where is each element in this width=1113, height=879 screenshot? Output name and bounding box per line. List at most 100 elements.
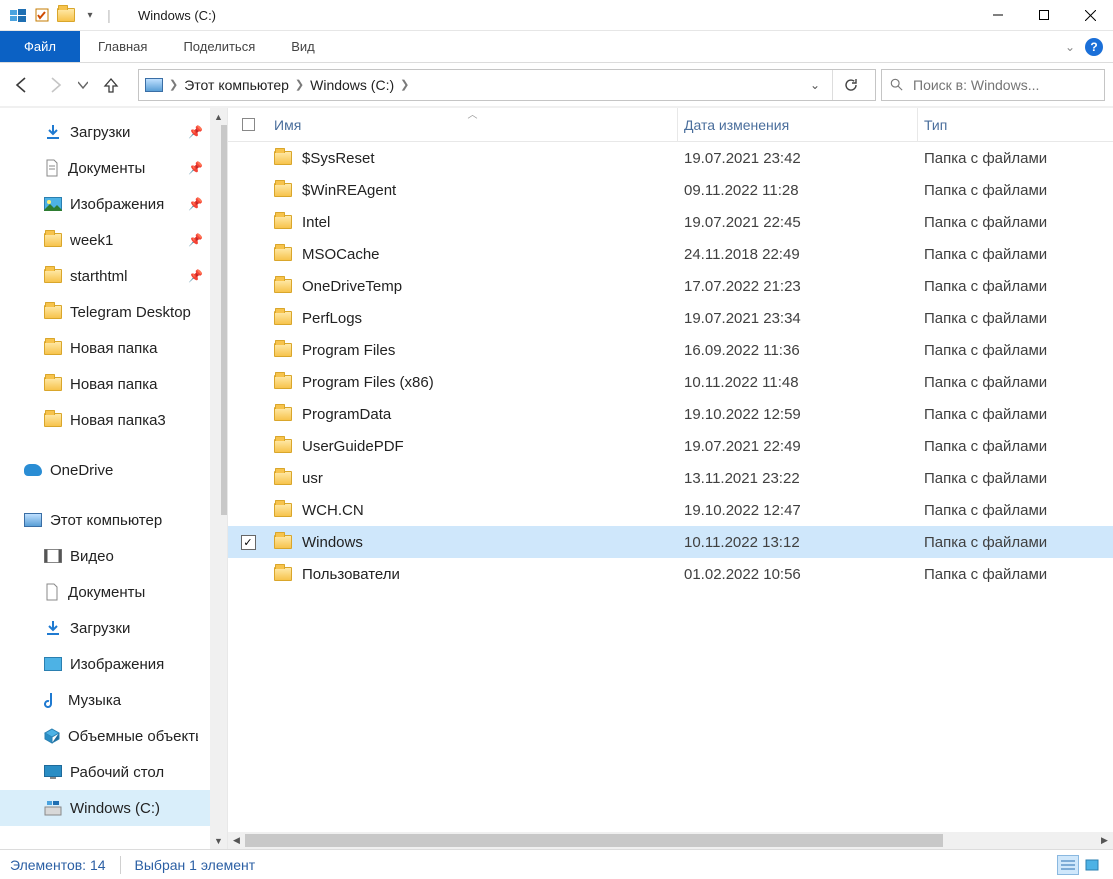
nav-label: Документы <box>68 584 145 601</box>
nav-documents[interactable]: Документы📌 <box>0 150 227 186</box>
file-row[interactable]: ProgramData19.10.2022 12:59Папка с файла… <box>228 398 1113 430</box>
scroll-thumb[interactable] <box>221 125 229 515</box>
back-button[interactable] <box>8 71 36 99</box>
file-row[interactable]: MSOCache24.11.2018 22:49Папка с файлами <box>228 238 1113 270</box>
column-checkbox[interactable] <box>228 118 268 131</box>
forward-button[interactable] <box>41 71 69 99</box>
nav-desktop[interactable]: Рабочий стол <box>0 754 227 790</box>
nav-newfolder2[interactable]: Новая папка <box>0 366 227 402</box>
tab-home[interactable]: Главная <box>80 31 165 62</box>
search-box[interactable] <box>881 69 1105 101</box>
folder-icon <box>274 279 292 293</box>
tab-view[interactable]: Вид <box>273 31 333 62</box>
file-date: 10.11.2022 11:48 <box>678 374 918 391</box>
search-icon <box>890 77 903 92</box>
breadcrumb-thispc[interactable]: Этот компьютер <box>184 77 289 93</box>
properties-icon[interactable] <box>32 5 52 25</box>
nav-pictures2[interactable]: Изображения <box>0 646 227 682</box>
nav-downloads[interactable]: Загрузки📌 <box>0 114 227 150</box>
nav-onedrive[interactable]: OneDrive <box>0 452 227 488</box>
file-row[interactable]: WCH.CN19.10.2022 12:47Папка с файлами <box>228 494 1113 526</box>
file-row[interactable]: $SysReset19.07.2021 23:42Папка с файлами <box>228 142 1113 174</box>
refresh-button[interactable] <box>832 70 869 100</box>
file-date: 13.11.2021 23:22 <box>678 470 918 487</box>
nav-thispc[interactable]: Этот компьютер <box>0 502 227 538</box>
nav-drive-c[interactable]: Windows (C:) <box>0 790 227 826</box>
nav-video[interactable]: Видео <box>0 538 227 574</box>
scroll-right-icon[interactable]: ▶ <box>1096 832 1113 849</box>
view-details-button[interactable] <box>1057 855 1079 875</box>
file-row[interactable]: Пользователи01.02.2022 10:56Папка с файл… <box>228 558 1113 590</box>
help-icon[interactable]: ? <box>1085 38 1103 56</box>
folder-icon <box>274 567 292 581</box>
maximize-button[interactable] <box>1021 0 1067 31</box>
chevron-right-icon[interactable]: ❯ <box>295 78 304 91</box>
nav-pictures[interactable]: Изображения📌 <box>0 186 227 222</box>
scroll-down-icon[interactable]: ▼ <box>210 832 227 849</box>
file-date: 19.10.2022 12:59 <box>678 406 918 423</box>
folder-icon <box>274 535 292 549</box>
scroll-up-icon[interactable]: ▲ <box>210 108 227 125</box>
title-bar: ▾ | Windows (C:) <box>0 0 1113 31</box>
tab-share[interactable]: Поделиться <box>165 31 273 62</box>
nav-newfolder3[interactable]: Новая папка3 <box>0 402 227 438</box>
recent-locations-button[interactable] <box>74 71 92 99</box>
column-type[interactable]: Тип <box>918 108 1113 141</box>
folder-icon <box>274 439 292 453</box>
file-row[interactable]: $WinREAgent09.11.2022 11:28Папка с файла… <box>228 174 1113 206</box>
file-row[interactable]: usr13.11.2021 23:22Папка с файлами <box>228 462 1113 494</box>
view-large-icons-button[interactable] <box>1081 855 1103 875</box>
nav-label: Новая папка3 <box>70 412 166 429</box>
minimize-button[interactable] <box>975 0 1021 31</box>
row-checkbox[interactable]: ✓ <box>228 535 268 550</box>
nav-starthtml[interactable]: starthtml📌 <box>0 258 227 294</box>
file-date: 09.11.2022 11:28 <box>678 182 918 199</box>
app-icon <box>8 5 28 25</box>
pin-icon: 📌 <box>188 269 203 283</box>
nav-label: Документы <box>68 160 145 177</box>
nav-newfolder1[interactable]: Новая папка <box>0 330 227 366</box>
file-date: 16.09.2022 11:36 <box>678 342 918 359</box>
download-icon <box>44 619 62 637</box>
folder-icon <box>274 343 292 357</box>
horizontal-scrollbar[interactable]: ◀ ▶ <box>228 832 1113 849</box>
file-row[interactable]: OneDriveTemp17.07.2022 21:23Папка с файл… <box>228 270 1113 302</box>
nav-telegram[interactable]: Telegram Desktop <box>0 294 227 330</box>
file-row[interactable]: UserGuidePDF19.07.2021 22:49Папка с файл… <box>228 430 1113 462</box>
address-dropdown-icon[interactable]: ⌄ <box>804 78 826 92</box>
file-name: $SysReset <box>302 150 375 167</box>
file-row[interactable]: Intel19.07.2021 22:45Папка с файлами <box>228 206 1113 238</box>
nav-week1[interactable]: week1📌 <box>0 222 227 258</box>
nav-music[interactable]: Музыка <box>0 682 227 718</box>
ribbon-expand-icon[interactable]: ⌄ <box>1065 40 1075 54</box>
nav-documents2[interactable]: Документы <box>0 574 227 610</box>
file-type: Папка с файлами <box>918 342 1113 359</box>
search-input[interactable] <box>911 76 1096 94</box>
up-button[interactable] <box>97 71 125 99</box>
breadcrumb-drive[interactable]: Windows (C:) <box>310 77 394 93</box>
file-row[interactable]: Program Files16.09.2022 11:36Папка с фай… <box>228 334 1113 366</box>
file-name: ProgramData <box>302 406 391 423</box>
ribbon-tabs: Файл Главная Поделиться Вид ⌄ ? <box>0 31 1113 63</box>
new-folder-icon[interactable] <box>56 5 76 25</box>
nav-label: Изображения <box>70 656 164 673</box>
navigation-row: ❯ Этот компьютер ❯ Windows (C:) ❯ ⌄ <box>0 63 1113 107</box>
chevron-right-icon[interactable]: ❯ <box>400 78 409 91</box>
address-bar[interactable]: ❯ Этот компьютер ❯ Windows (C:) ❯ ⌄ <box>138 69 876 101</box>
scroll-left-icon[interactable]: ◀ <box>228 832 245 849</box>
file-row[interactable]: ✓Windows10.11.2022 13:12Папка с файлами <box>228 526 1113 558</box>
file-name: Windows <box>302 534 363 551</box>
nav-downloads2[interactable]: Загрузки <box>0 610 227 646</box>
separator: | <box>104 5 114 25</box>
column-date[interactable]: Дата изменения <box>678 108 918 141</box>
close-button[interactable] <box>1067 0 1113 31</box>
tab-file[interactable]: Файл <box>0 31 80 62</box>
qat-dropdown-icon[interactable]: ▾ <box>80 5 100 25</box>
file-row[interactable]: Program Files (x86)10.11.2022 11:48Папка… <box>228 366 1113 398</box>
chevron-right-icon[interactable]: ❯ <box>169 78 178 91</box>
nav-3dobjects[interactable]: Объемные объекты <box>0 718 227 754</box>
file-row[interactable]: PerfLogs19.07.2021 23:34Папка с файлами <box>228 302 1113 334</box>
scroll-thumb[interactable] <box>245 834 943 847</box>
column-name[interactable]: ︿Имя <box>268 108 678 141</box>
navpane-scrollbar[interactable]: ▲ ▼ <box>210 108 227 849</box>
